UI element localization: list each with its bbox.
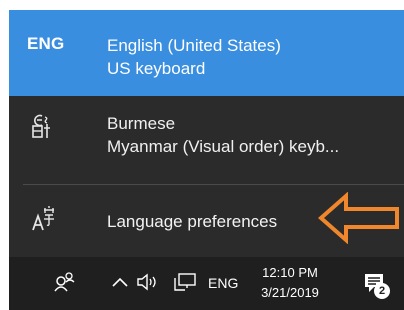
input-indicator[interactable]: ENG [208, 275, 238, 291]
language-preferences-icon [31, 204, 55, 237]
keyboard-name: Myanmar (Visual order) keyb... [107, 137, 340, 156]
volume-icon[interactable] [136, 273, 158, 294]
language-item-english[interactable]: ENG English (United States) US keyboard [9, 10, 404, 96]
language-item-burmese[interactable]: Burmese Myanmar (Visual order) keyb... [9, 98, 404, 184]
language-texts: English (United States) US keyboard [107, 34, 281, 80]
language-name: English (United States) [107, 36, 281, 55]
clock[interactable]: 12:10 PM 3/21/2019 [259, 263, 321, 303]
language-texts: Burmese Myanmar (Visual order) keyb... [107, 112, 339, 158]
language-code: ENG [27, 34, 65, 53]
language-name: Burmese [107, 114, 176, 133]
network-icon[interactable] [173, 272, 197, 295]
orange-arrow-annotation [318, 192, 399, 244]
notification-count-badge: 2 [374, 283, 390, 299]
divider [23, 184, 404, 185]
chevron-up-icon[interactable] [111, 275, 129, 291]
people-icon[interactable] [53, 270, 75, 295]
clock-time: 12:10 PM [262, 265, 318, 280]
screen: ENG English (United States) US keyboard … [0, 0, 404, 310]
language-preferences-label: Language preferences [107, 212, 278, 231]
keyboard-name: US keyboard [107, 59, 206, 78]
taskbar: ENG 12:10 PM 3/21/2019 2 [9, 257, 404, 310]
action-center-button[interactable]: 2 [362, 271, 390, 299]
clock-date: 3/21/2019 [261, 285, 319, 300]
burmese-script-icon [31, 114, 53, 144]
